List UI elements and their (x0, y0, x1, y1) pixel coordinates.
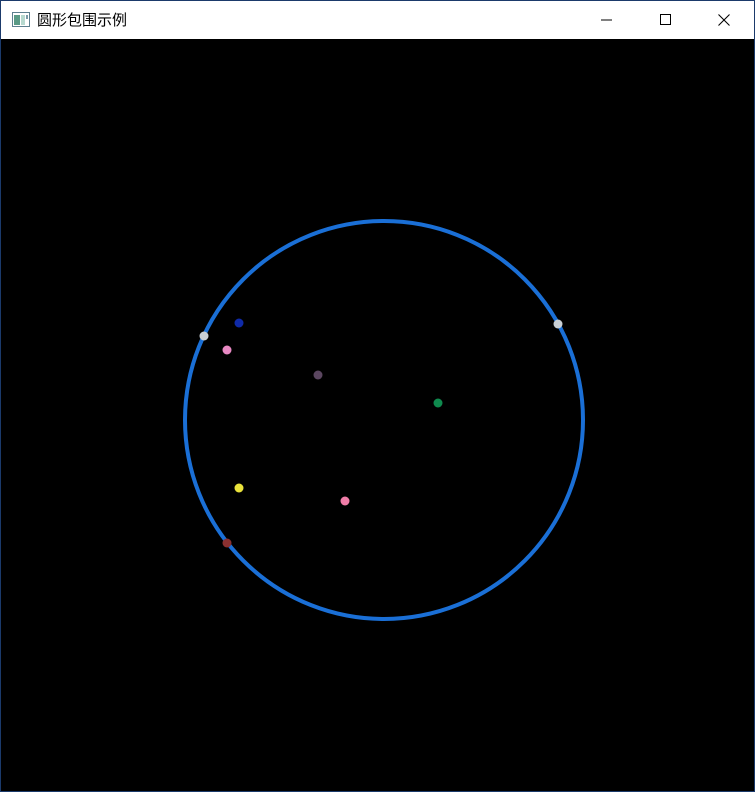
close-button[interactable] (695, 1, 753, 39)
close-icon (718, 11, 730, 30)
window-title: 圆形包围示例 (37, 11, 128, 29)
minimize-icon (601, 11, 613, 30)
maximize-icon (660, 11, 672, 30)
point-pink-1 (222, 345, 232, 355)
point-yellow (234, 483, 244, 493)
point-red (222, 538, 232, 548)
point-white-right (553, 319, 563, 329)
points-layer (199, 318, 563, 548)
app-window: 圆形包围示例 (0, 0, 755, 792)
minimize-button[interactable] (578, 1, 636, 39)
enclosing-circle (183, 219, 585, 621)
maximize-button[interactable] (637, 1, 695, 39)
drawing-canvas (3, 40, 754, 791)
point-purple (313, 370, 323, 380)
title-bar[interactable]: 圆形包围示例 (1, 1, 754, 39)
point-green (433, 398, 443, 408)
point-pink-2 (340, 496, 350, 506)
app-window-icon (12, 12, 30, 27)
scene-svg (183, 219, 585, 621)
point-blue (234, 318, 244, 328)
point-white-left (199, 331, 209, 341)
